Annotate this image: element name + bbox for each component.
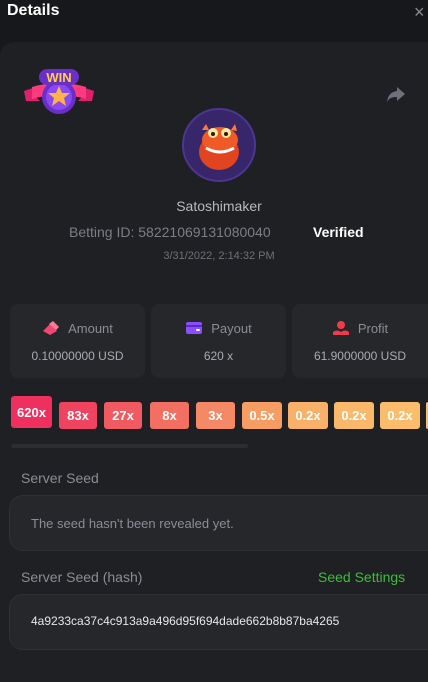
stat-amount-label: Amount — [68, 320, 113, 336]
multiplier-chip: 0.5x — [242, 402, 282, 429]
server-seed-hash-label: Server Seed (hash) — [21, 569, 143, 585]
multiplier-strip: 620x 83x 27x 8x 3x 0.5x 0.2x 0.2x 0.2x — [0, 396, 428, 436]
multiplier-chip-top: 620x — [11, 396, 52, 428]
amount-icon — [43, 321, 60, 335]
stat-profit: Profit 61.9000000 USD — [292, 304, 428, 378]
stat-payout-label: Payout — [211, 320, 252, 336]
share-icon[interactable] — [384, 82, 408, 106]
stat-profit-label: Profit — [357, 320, 389, 336]
wallet-icon — [186, 322, 203, 334]
bet-date: 3/31/2022, 2:14:32 PM — [163, 250, 275, 262]
multiplier-chip: 83x — [59, 402, 97, 429]
header-bar: Details × — [0, 0, 428, 26]
betting-id-label: Betting ID: — [69, 224, 135, 240]
multiplier-chip: 27x — [104, 402, 142, 429]
server-seed-hash-field[interactable]: 4a9233ca37c4c913a9a496d95f694dade662b8b8… — [9, 594, 428, 650]
verified-badge: Verified — [313, 224, 364, 240]
multiplier-chip: 0.2x — [334, 402, 374, 429]
page-title: Details — [7, 2, 60, 19]
profit-icon — [332, 321, 349, 335]
win-badge-text: WIN — [46, 70, 71, 85]
stat-payout: Payout 620 x — [151, 304, 286, 378]
multiplier-chip: 8x — [150, 402, 189, 429]
server-seed-label: Server Seed — [21, 470, 99, 486]
multiplier-scrollbar[interactable] — [11, 444, 248, 448]
seed-settings-link[interactable]: Seed Settings — [318, 569, 405, 585]
stat-profit-value: 61.9000000 USD — [313, 349, 407, 363]
server-seed-hash-value[interactable]: 4a9233ca37c4c913a9a496d95f694dade662b8b8… — [31, 614, 416, 628]
server-seed-value: The seed hasn't been revealed yet. — [31, 516, 234, 531]
username: Satoshimaker — [176, 198, 262, 214]
close-icon[interactable]: × — [414, 2, 428, 22]
avatar — [182, 108, 256, 182]
multiplier-chip: 3x — [196, 402, 235, 429]
win-badge-icon: WIN — [22, 65, 96, 121]
betting-id-value[interactable]: 58221069131080040 — [138, 224, 270, 240]
betting-id: Betting ID: 58221069131080040 — [69, 224, 271, 240]
server-seed-field: The seed hasn't been revealed yet. — [9, 495, 428, 551]
multiplier-chip: 0.2x — [288, 402, 328, 429]
stat-amount-value: 0.10000000 USD — [31, 349, 124, 363]
multiplier-chip: 0.2x — [380, 402, 420, 429]
stat-payout-value: 620 x — [203, 349, 234, 363]
stat-amount: Amount 0.10000000 USD — [10, 304, 145, 378]
